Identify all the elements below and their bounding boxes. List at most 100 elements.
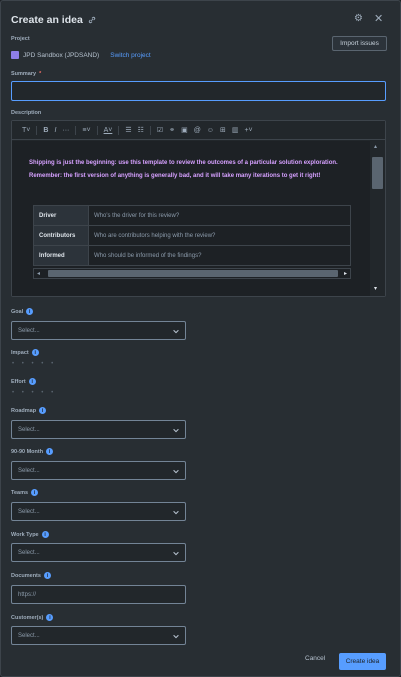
close-icon[interactable]: ✕	[374, 12, 383, 25]
teams-label-text: Teams	[11, 489, 29, 496]
chevron-down-icon	[173, 469, 179, 474]
chevron-down-icon	[173, 329, 179, 334]
table-header-cell[interactable]: Contributors	[33, 225, 89, 246]
roadmap-select[interactable]: Select...	[11, 420, 186, 439]
goal-label-text: Goal	[11, 308, 24, 315]
project-label: Project	[11, 36, 30, 42]
impact-label: Impact i	[11, 349, 39, 356]
scrollbar-thumb[interactable]	[372, 157, 383, 189]
month-label-text: 90-90 Month	[11, 448, 44, 455]
documents-label-text: Documents	[11, 572, 41, 579]
customers-select[interactable]: Select...	[11, 626, 186, 645]
chevron-down-icon	[173, 510, 179, 515]
month-select[interactable]: Select...	[11, 461, 186, 480]
separator	[96, 125, 98, 135]
link-icon[interactable]: ⚭	[169, 126, 175, 134]
create-idea-button[interactable]: Create idea	[339, 653, 386, 670]
impact-label-text: Impact	[11, 349, 29, 356]
month-label: 90-90 Month i	[11, 448, 54, 455]
goal-label: Goal i	[11, 308, 34, 315]
info-icon[interactable]: i	[46, 448, 54, 455]
import-issues-button[interactable]: Import issues	[332, 36, 387, 51]
checkbox-icon[interactable]: ☑	[157, 126, 163, 134]
info-icon[interactable]: i	[39, 407, 47, 414]
summary-input[interactable]	[11, 81, 386, 101]
info-icon[interactable]: i	[41, 531, 49, 538]
roadmap-label: Roadmap i	[11, 407, 47, 414]
table-horizontal-scrollbar[interactable]: ◂ ▸	[33, 268, 351, 279]
info-icon[interactable]: i	[31, 489, 39, 496]
work-type-placeholder: Select...	[18, 549, 40, 556]
description-editor[interactable]: T˅ B I ··· ≡˅ A˅ ☰ ☷ ☑ ⚭ ▣ @ ☺ ⊞ ▥ +˅ Sh…	[11, 120, 386, 297]
description-table: Driver Who's the driver for this review?…	[33, 205, 351, 266]
customers-label-text: Customer(s)	[11, 614, 44, 621]
goal-placeholder: Select...	[18, 327, 40, 334]
bold-icon[interactable]: B	[43, 127, 48, 134]
editor-vertical-scrollbar[interactable]: ▴ ▾	[370, 141, 385, 296]
teams-placeholder: Select...	[18, 508, 40, 515]
settings-icon[interactable]: ⚙	[354, 13, 363, 24]
editor-content[interactable]: Shipping is just the beginning: use this…	[12, 141, 370, 296]
scroll-down-icon[interactable]: ▾	[374, 285, 377, 292]
description-text: Shipping is just the beginning: use this…	[29, 160, 338, 179]
image-icon[interactable]: ▣	[181, 126, 188, 134]
bullet-list-icon[interactable]: ☰	[125, 126, 131, 134]
teams-select[interactable]: Select...	[11, 502, 186, 521]
more-formatting-icon[interactable]: ···	[62, 127, 69, 134]
info-icon[interactable]: i	[43, 572, 51, 579]
info-icon[interactable]: i	[28, 378, 36, 385]
customers-label: Customer(s) i	[11, 614, 54, 621]
impact-rating[interactable]: • • • • •	[12, 361, 56, 367]
scrollbar-thumb[interactable]	[48, 270, 338, 277]
modal-title: Create an idea	[11, 14, 96, 26]
insert-icon[interactable]: +˅	[244, 127, 252, 134]
effort-rating[interactable]: • • • • •	[12, 390, 56, 396]
effort-label: Effort i	[11, 378, 36, 385]
switch-project-link[interactable]: Switch project	[110, 52, 150, 59]
table-cell[interactable]: Who's the driver for this review?	[88, 205, 351, 226]
cancel-button[interactable]: Cancel	[305, 655, 325, 662]
chevron-down-icon	[173, 634, 179, 639]
info-icon[interactable]: i	[26, 308, 34, 315]
documents-label: Documents i	[11, 572, 51, 579]
customers-placeholder: Select...	[18, 632, 40, 639]
documents-placeholder: https://	[18, 591, 37, 598]
summary-label-text: Summary	[11, 71, 37, 77]
summary-label: Summary *	[11, 71, 41, 77]
scroll-up-icon[interactable]: ▴	[374, 143, 377, 150]
info-icon[interactable]: i	[46, 614, 54, 621]
scroll-right-icon[interactable]: ▸	[344, 270, 347, 277]
teams-label: Teams i	[11, 489, 39, 496]
info-icon[interactable]: i	[31, 349, 39, 356]
separator	[118, 125, 120, 135]
italic-icon[interactable]: I	[54, 127, 56, 134]
goal-select[interactable]: Select...	[11, 321, 186, 340]
table-cell[interactable]: Who are contributors helping with the re…	[88, 225, 351, 246]
link-icon[interactable]	[88, 16, 96, 24]
scroll-left-icon[interactable]: ◂	[37, 270, 40, 277]
text-color-icon[interactable]: A˅	[104, 127, 113, 134]
title-text: Create an idea	[11, 14, 83, 26]
table-icon[interactable]: ⊞	[220, 126, 226, 134]
numbered-list-icon[interactable]: ☷	[138, 126, 144, 134]
project-name: JPD Sandbox (JPDSAND)	[23, 51, 100, 59]
work-type-label-text: Work Type	[11, 531, 39, 538]
table-header-cell[interactable]: Driver	[33, 205, 89, 226]
separator	[149, 125, 151, 135]
table-row: Informed Who should be informed of the f…	[33, 245, 351, 266]
align-icon[interactable]: ≡˅	[82, 127, 90, 134]
text-style-icon[interactable]: T˅	[22, 127, 30, 134]
emoji-icon[interactable]: ☺	[207, 127, 214, 134]
layout-icon[interactable]: ▥	[232, 126, 239, 134]
create-idea-modal: Create an idea ⚙ ✕ Project JPD Sandbox (…	[0, 0, 401, 677]
documents-input[interactable]: https://	[11, 585, 186, 604]
chevron-down-icon	[173, 428, 179, 433]
description-label: Description	[11, 110, 42, 116]
project-selector: JPD Sandbox (JPDSAND) Switch project	[11, 51, 151, 59]
table-header-cell[interactable]: Informed	[33, 245, 89, 266]
separator	[36, 125, 38, 135]
mention-icon[interactable]: @	[194, 127, 201, 134]
chevron-down-icon	[173, 551, 179, 556]
work-type-select[interactable]: Select...	[11, 543, 186, 562]
table-cell[interactable]: Who should be informed of the findings?	[88, 245, 351, 266]
